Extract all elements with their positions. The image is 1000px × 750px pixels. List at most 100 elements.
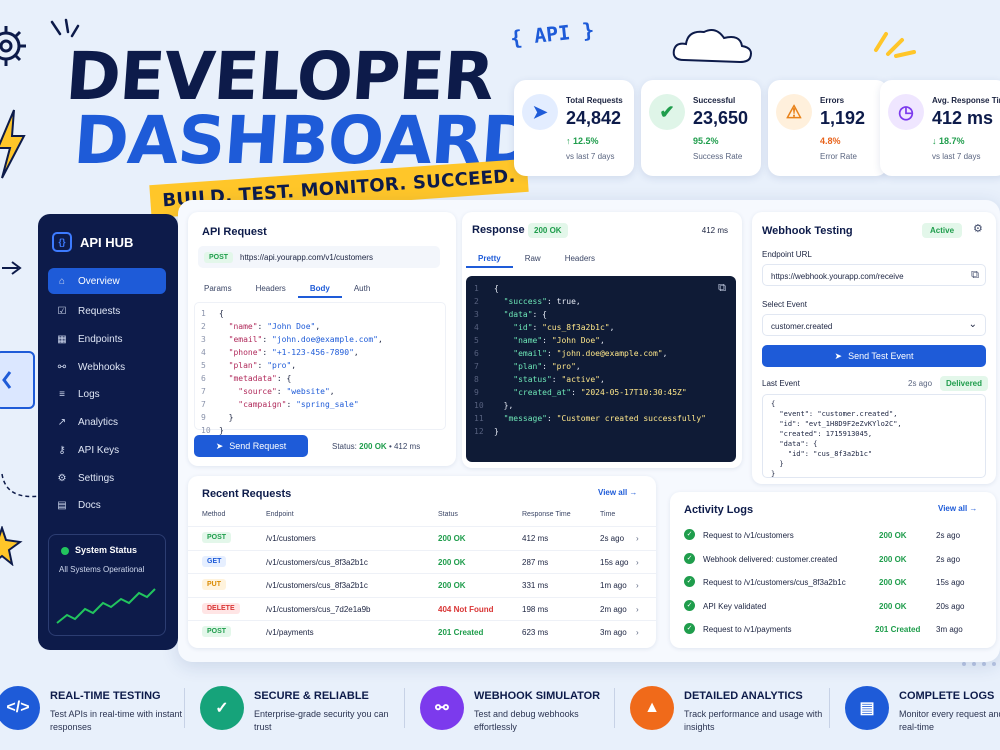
activity-status: 201 Created [875, 625, 921, 634]
feature-desc: Test APIs in real-time with instant resp… [50, 709, 183, 732]
chevron-right-icon[interactable]: › [636, 534, 639, 543]
last-event-payload: { "event": "customer.created", "id": "ev… [762, 394, 986, 478]
sidebar-item-api-keys[interactable]: ⚷ API Keys [48, 437, 166, 463]
endpoint-input[interactable]: https://webhook.yourapp.com/receive ⧉ [762, 264, 986, 286]
view-all-link[interactable]: View all → [938, 504, 977, 513]
code-line: 1{ [201, 309, 224, 318]
gear-icon[interactable]: ⚙ [973, 222, 983, 235]
feature-divider [829, 688, 830, 728]
event-label: Select Event [762, 300, 807, 309]
stat-card-avg-response: ◷ Avg. Response Time 412 ms ↓ 18.7% vs l… [880, 80, 1000, 176]
list-item: ✓ API Key validated 200 OK 20s ago [670, 595, 996, 618]
gear-doodle-icon [0, 26, 26, 66]
copy-icon[interactable]: ⧉ [718, 282, 726, 295]
tab-headers[interactable]: Headers [553, 250, 607, 268]
system-status-title: System Status [75, 545, 138, 555]
tab-body[interactable]: Body [297, 280, 342, 298]
sidebar-item-label: Settings [78, 472, 115, 484]
code-line: { [771, 400, 776, 408]
chevron-right-icon[interactable]: › [636, 581, 639, 590]
request-url-input[interactable]: https://api.yourapp.com/v1/customers [240, 253, 373, 262]
activity-logs-title: Activity Logs [684, 504, 754, 516]
response-card: Response 200 OK 412 ms Pretty Raw Header… [462, 212, 742, 468]
table-row[interactable]: DELETE/v1/customers/cus_7d2e1a9b 404 Not … [188, 596, 656, 620]
chart-icon: ↗ [57, 416, 67, 428]
copy-icon[interactable]: ⧉ [971, 269, 979, 282]
method-badge[interactable]: POST [204, 252, 234, 263]
url-bar[interactable]: POST https://api.yourapp.com/v1/customer… [198, 246, 440, 268]
code-line: "created": 1715913045, [771, 430, 873, 438]
code-line: 2 "name": "John Doe", [201, 322, 321, 331]
event-select[interactable]: customer.created ⌄ [762, 314, 986, 336]
tab-raw[interactable]: Raw [513, 250, 553, 268]
stat-sub: vs last 7 days [566, 152, 615, 161]
endpoint-value: https://webhook.yourapp.com/receive [771, 272, 904, 281]
feature-title: WEBHOOK SIMULATOR [474, 690, 601, 702]
sidebar-item-analytics[interactable]: ↗ Analytics [48, 409, 166, 435]
sidebar-item-label: Overview [78, 275, 120, 287]
sidebar-item-requests[interactable]: ☑ Requests [48, 298, 166, 324]
clock-icon: ◷ [888, 94, 924, 130]
chevron-right-icon[interactable]: › [636, 558, 639, 567]
chevron-right-icon[interactable]: › [636, 605, 639, 614]
code-line: "event": "customer.created", [771, 410, 898, 418]
sidebar-item-label: Requests [78, 305, 121, 317]
method-badge: POST [202, 532, 232, 543]
send-icon: ➤ [834, 350, 843, 361]
check-circle-icon: ✓ [684, 576, 695, 587]
tab-params[interactable]: Params [192, 280, 244, 298]
system-status-sub: All Systems Operational [59, 565, 145, 574]
table-row[interactable]: GET/v1/customers/cus_8f3a2b1c 200 OK 287 m… [188, 549, 656, 573]
hero-title-line1: DEVELOPER [63, 38, 496, 115]
sidebar-item-webhooks[interactable]: ⚯ Webhooks [48, 354, 166, 380]
sidebar-item-settings[interactable]: ⚙ Settings [48, 465, 166, 491]
feature-secure-reliable: ✓ SECURE & RELIABLE Enterprise-grade secur… [200, 680, 389, 740]
stat-sub: Success Rate [693, 152, 743, 161]
list-item: ✓ Request to /v1/payments 201 Created 3m ag… [670, 618, 996, 641]
activity-status: 200 OK [879, 578, 907, 587]
sidebar-item-endpoints[interactable]: ▦ Endpoints [48, 326, 166, 352]
sidebar-item-logs[interactable]: ≡ Logs [48, 381, 166, 407]
feature-desc: Enterprise-grade security you can trust [254, 709, 389, 732]
endpoint-cell: /v1/customers [266, 534, 316, 543]
code-line: 11 "message": "Customer created successf… [474, 414, 706, 423]
table-row[interactable]: POST/v1/customers 200 OK 412 ms 2s ago › [188, 526, 656, 549]
list-item: ✓ Webhook delivered: customer.created 200 … [670, 548, 996, 571]
stat-card-total-requests: ➤ Total Requests 24,842 ↑ 12.5% vs last … [514, 80, 634, 176]
arrow-doodle-icon [2, 261, 22, 275]
activity-status: 200 OK [879, 531, 907, 540]
activity-time: 2s ago [936, 554, 961, 564]
api-request-card: API Request POST https://api.yourapp.com… [188, 212, 456, 466]
api-badge: { API } [508, 17, 596, 51]
sidebar-item-docs[interactable]: ▤ Docs [48, 492, 166, 518]
send-test-event-button[interactable]: ➤ Send Test Event [762, 345, 986, 367]
api-request-title: API Request [202, 226, 267, 238]
doc-icon: ▤ [57, 499, 67, 511]
sidebar-item-label: Analytics [78, 416, 119, 428]
tab-headers[interactable]: Headers [244, 280, 298, 298]
sidebar-item-overview[interactable]: ⌂ Overview [48, 268, 166, 294]
chevron-right-icon[interactable]: › [636, 628, 639, 637]
stat-value: 1,192 [820, 108, 866, 128]
table-row[interactable]: POST/v1/payments 201 Created 623 ms 3m ago › [188, 620, 656, 643]
response-time-cell: 623 ms [522, 628, 549, 637]
tab-pretty[interactable]: Pretty [466, 250, 513, 268]
method-badge: GET [202, 555, 227, 567]
status-value: 200 OK [359, 442, 387, 451]
code-line: 1{ [474, 284, 499, 293]
endpoint-cell: /v1/payments [266, 628, 314, 637]
send-request-button[interactable]: ➤ Send Request [194, 435, 308, 457]
view-all-link[interactable]: View all → [598, 488, 637, 497]
endpoint-label: Endpoint URL [762, 250, 812, 259]
request-body-editor[interactable]: 1{2 "name": "John Doe", 3 "email": "john.… [194, 302, 446, 435]
brand[interactable]: {} API HUB [52, 232, 133, 252]
lightning-doodle-icon [0, 109, 26, 179]
tab-auth[interactable]: Auth [342, 280, 382, 298]
table-row[interactable]: PUT/v1/customers/cus_8f3a2b1c 200 OK 331 m… [188, 573, 656, 596]
analytics-icon: ▲ [630, 686, 674, 730]
recent-requests-title: Recent Requests [202, 488, 292, 500]
code-line: 5 "plan": "pro", [201, 361, 297, 370]
gear-icon: ⚙ [57, 472, 67, 484]
code-line: } [771, 470, 776, 478]
activity-text: Webhook delivered: customer.created [703, 554, 838, 564]
